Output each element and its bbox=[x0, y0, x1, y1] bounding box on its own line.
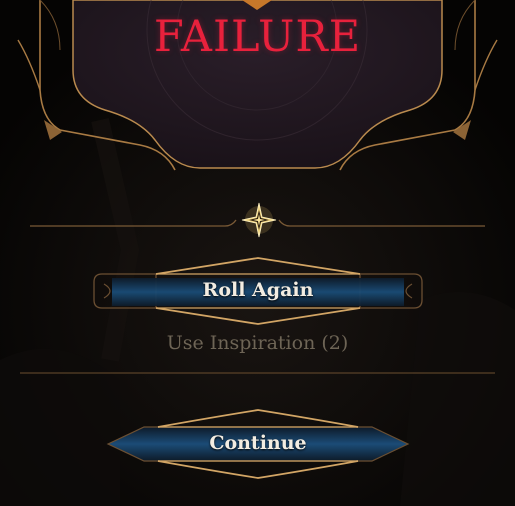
dice-roll-result-screen: FAILURE Roll Again Use Inspiration (2) C… bbox=[0, 0, 515, 506]
inspiration-cost-label: Use Inspiration (2) bbox=[166, 332, 349, 354]
inspiration-star-icon bbox=[241, 202, 277, 238]
roll-again-button[interactable]: Roll Again bbox=[90, 256, 426, 326]
roll-result-title: FAILURE bbox=[153, 12, 362, 62]
roll-again-label: Roll Again bbox=[202, 279, 314, 301]
continue-label: Continue bbox=[209, 432, 307, 454]
continue-button[interactable]: Continue bbox=[104, 407, 412, 481]
section-separator bbox=[20, 372, 495, 374]
